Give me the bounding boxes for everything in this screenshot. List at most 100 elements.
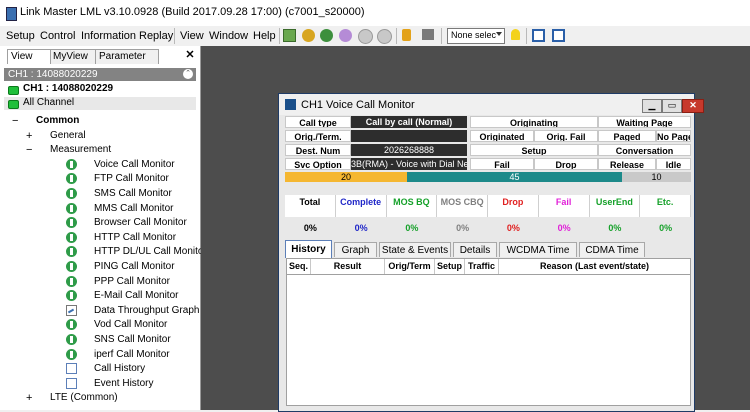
stat-label: Complete bbox=[335, 195, 387, 217]
lock-icon[interactable] bbox=[402, 29, 411, 41]
stop-icon[interactable] bbox=[358, 29, 373, 44]
tree-item[interactable]: − Measurement bbox=[0, 143, 196, 157]
capture-icon[interactable] bbox=[422, 29, 434, 40]
column-header[interactable]: Seq. bbox=[287, 259, 311, 274]
channel-item-label: CH1 : 14088020229 bbox=[23, 83, 114, 94]
idle-label: Idle bbox=[656, 158, 691, 170]
tree-item[interactable]: PPP Call Monitor bbox=[0, 275, 196, 289]
tree-item[interactable]: HTTP DL/UL Call Monitor bbox=[0, 245, 207, 259]
left-panel: View MyView Parameter ✕ CH1 : 1408802022… bbox=[0, 46, 207, 410]
tree-item[interactable]: SMS Call Monitor bbox=[0, 187, 196, 201]
monitor-icon bbox=[66, 275, 77, 287]
window-title-bar: Link Master LML v3.10.0928 (Build 2017.0… bbox=[0, 0, 750, 26]
tree-item[interactable]: Vod Call Monitor bbox=[0, 318, 196, 332]
monitor-title-bar: CH1 Voice Call Monitor ▁ ▭ ✕ bbox=[279, 94, 704, 115]
collapse-icon[interactable]: − bbox=[26, 144, 32, 156]
tree-item-label: Data Throughput Graph bbox=[94, 304, 200, 316]
tree-item-label: E-Mail Call Monitor bbox=[94, 290, 179, 302]
record-icon[interactable] bbox=[302, 29, 315, 42]
orig-fail-label: Orig. Fail bbox=[534, 130, 598, 142]
tree-item[interactable]: Voice Call Monitor bbox=[0, 158, 196, 172]
tree-item[interactable]: + LTE (Common) bbox=[0, 391, 196, 405]
menu-help[interactable]: Help bbox=[253, 30, 276, 42]
tree-item-label: HTTP DL/UL Call Monitor bbox=[94, 246, 207, 258]
menu-view[interactable]: View bbox=[180, 30, 204, 42]
stat-label: Drop bbox=[488, 195, 539, 217]
channel-item-all[interactable]: All Channel bbox=[4, 97, 196, 110]
stat-value: 0% bbox=[557, 223, 571, 233]
tree-item[interactable]: Event History bbox=[0, 377, 196, 391]
history-table[interactable]: Seq. Result Orig/Term Setup Traffic Reason (L… bbox=[286, 258, 691, 406]
status-led-icon bbox=[8, 86, 19, 95]
tree-item[interactable]: − Common bbox=[0, 114, 196, 128]
tree-item-label: Call History bbox=[94, 363, 146, 375]
column-header[interactable]: Setup bbox=[435, 259, 465, 274]
tile-vertical-icon[interactable] bbox=[532, 29, 545, 42]
column-header[interactable]: Traffic bbox=[465, 259, 499, 274]
tab-history[interactable]: History bbox=[285, 240, 332, 258]
menu-window[interactable]: Window bbox=[209, 30, 248, 42]
stat-label: MOS CBQ bbox=[437, 195, 488, 217]
tree-item-label: Common bbox=[36, 115, 80, 126]
chart-icon[interactable] bbox=[283, 29, 296, 42]
play-icon[interactable] bbox=[320, 29, 333, 42]
column-header[interactable]: Reason (Last event/state) bbox=[499, 259, 690, 274]
collapse-icon[interactable]: ⌃ bbox=[183, 69, 193, 79]
expand-icon[interactable]: + bbox=[26, 392, 32, 404]
close-button[interactable]: ✕ bbox=[682, 99, 704, 113]
monitor-icon bbox=[66, 202, 77, 214]
collapse-icon[interactable]: − bbox=[12, 115, 18, 127]
tree-item[interactable]: Call History bbox=[0, 362, 196, 376]
monitor-icon bbox=[66, 158, 77, 170]
menu-information[interactable]: Information bbox=[81, 30, 136, 42]
stat-label: Fail bbox=[538, 195, 590, 217]
tile-horizontal-icon[interactable] bbox=[552, 29, 565, 42]
tab-parameter[interactable]: Parameter bbox=[95, 49, 159, 64]
expand-icon[interactable]: + bbox=[26, 130, 32, 142]
tab-cdma-time[interactable]: CDMA Time bbox=[579, 242, 645, 257]
tree-item[interactable]: FTP Call Monitor bbox=[0, 172, 196, 186]
tab-graph[interactable]: Graph bbox=[334, 242, 377, 257]
tree-item[interactable]: PING Call Monitor bbox=[0, 260, 196, 274]
stat-value: 0% bbox=[506, 223, 520, 233]
tree-item-label: LTE (Common) bbox=[50, 392, 118, 404]
tab-myview[interactable]: MyView bbox=[49, 49, 97, 64]
call-type-label: Call type bbox=[285, 116, 351, 128]
tab-details[interactable]: Details bbox=[453, 242, 497, 257]
bell-icon[interactable] bbox=[511, 29, 520, 40]
restore-button[interactable]: ▭ bbox=[662, 99, 682, 113]
tree-item[interactable]: iperf Call Monitor bbox=[0, 348, 196, 362]
tab-wcdma-time[interactable]: WCDMA Time bbox=[499, 242, 577, 257]
paged-label: Paged bbox=[598, 130, 656, 142]
stat-label: Etc. bbox=[640, 195, 691, 217]
tree-item[interactable]: E-Mail Call Monitor bbox=[0, 289, 196, 303]
tree-item-label: PING Call Monitor bbox=[94, 261, 175, 272]
menu-control[interactable]: Control bbox=[40, 30, 75, 42]
tree-item[interactable]: MMS Call Monitor bbox=[0, 202, 196, 216]
column-header[interactable]: Orig/Term bbox=[385, 259, 435, 274]
tree-item[interactable]: Browser Call Monitor bbox=[0, 216, 196, 230]
minimize-button[interactable]: ▁ bbox=[642, 99, 662, 113]
column-header[interactable]: Result bbox=[311, 259, 385, 274]
tree-item[interactable]: HTTP Call Monitor bbox=[0, 231, 196, 245]
close-icon[interactable]: ✕ bbox=[184, 49, 196, 61]
channel-item-ch1[interactable]: CH1 : 14088020229 bbox=[4, 83, 196, 96]
menu-separator bbox=[174, 28, 175, 44]
tree-item[interactable]: Data Throughput Graph bbox=[0, 304, 200, 318]
tree-item-label: FTP Call Monitor bbox=[94, 173, 169, 185]
menu-setup[interactable]: Setup bbox=[6, 30, 35, 42]
monitor-icon bbox=[66, 173, 77, 185]
originating-header: Originating bbox=[470, 116, 598, 128]
call-type-value: Call by call (Normal) bbox=[351, 116, 467, 128]
tab-state-events[interactable]: State & Events bbox=[379, 242, 451, 257]
tree-item[interactable]: SNS Call Monitor bbox=[0, 333, 196, 347]
orig-term-value bbox=[351, 130, 467, 142]
pause-icon[interactable] bbox=[339, 29, 352, 42]
menu-replay[interactable]: Replay bbox=[139, 30, 173, 42]
tree-item-label: Vod Call Monitor bbox=[94, 319, 168, 331]
channel-select[interactable]: None selec bbox=[447, 28, 505, 44]
step-icon[interactable] bbox=[377, 29, 392, 44]
tree-item[interactable]: + General bbox=[0, 129, 196, 143]
tree-item-label: General bbox=[50, 129, 86, 141]
tab-view[interactable]: View bbox=[7, 49, 51, 64]
